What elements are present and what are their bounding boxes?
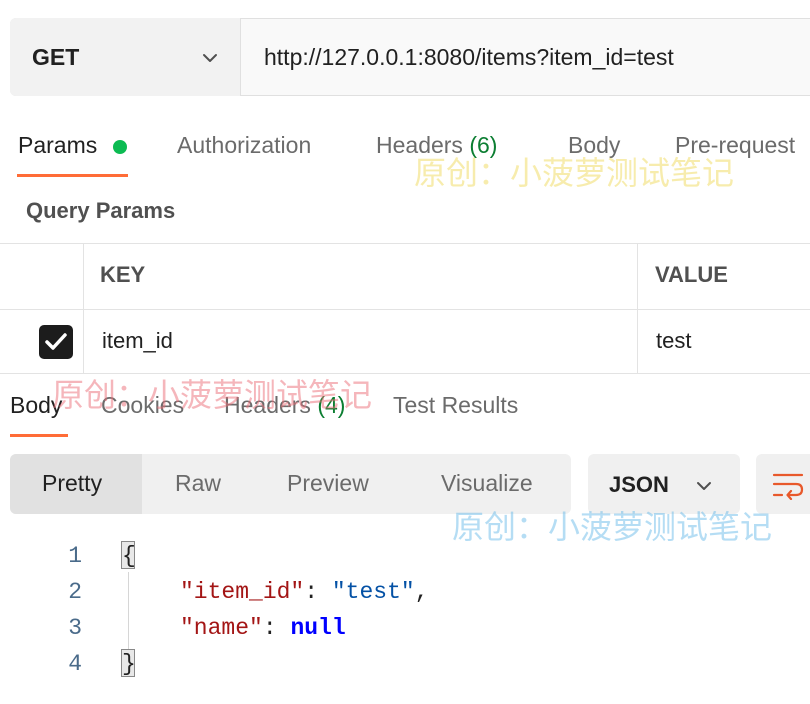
code-line-3: "name": null xyxy=(180,615,346,641)
chevron-down-icon[interactable] xyxy=(198,46,222,70)
json-colon: : xyxy=(262,615,277,641)
param-value-cell[interactable]: test xyxy=(656,328,691,354)
response-tab-test-results[interactable]: Test Results xyxy=(393,392,518,419)
format-pretty-button[interactable]: Pretty xyxy=(42,470,102,497)
table-col-divider-1 xyxy=(83,243,84,373)
format-visualize-button[interactable]: Visualize xyxy=(441,470,533,497)
param-enabled-checkbox[interactable] xyxy=(39,325,73,359)
line-number: 4 xyxy=(68,651,82,677)
code-line-2: "item_id": "test", xyxy=(180,579,429,605)
table-col-divider-2 xyxy=(637,243,638,373)
json-key: "name" xyxy=(180,615,263,641)
watermark: 原创：小菠萝测试笔记 xyxy=(452,509,773,545)
json-key: "item_id" xyxy=(180,579,305,605)
line-number: 3 xyxy=(68,615,82,641)
json-string-value: "test" xyxy=(331,579,415,605)
wrap-lines-icon xyxy=(772,473,804,500)
json-close-brace: } xyxy=(122,651,136,677)
key-column-header: KEY xyxy=(100,262,146,287)
json-comma: , xyxy=(414,579,429,605)
checkmark-icon xyxy=(45,333,67,350)
response-tab-test-results-label: Test Results xyxy=(393,392,519,418)
active-tab-indicator xyxy=(17,174,128,177)
param-key-cell[interactable]: item_id xyxy=(102,328,173,354)
json-null-value: null xyxy=(290,615,346,641)
json-colon: : xyxy=(304,579,319,605)
tab-params[interactable]: Params xyxy=(18,132,97,159)
method-label: GET xyxy=(32,44,80,70)
tab-authorization-label: Authorization xyxy=(177,132,312,158)
tab-params-label: Params xyxy=(18,132,98,158)
table-border-top xyxy=(0,243,810,244)
params-status-dot xyxy=(113,140,127,154)
active-response-tab-indicator xyxy=(10,434,68,437)
tab-authorization[interactable]: Authorization xyxy=(177,132,311,159)
value-column-header: VALUE xyxy=(655,262,728,287)
chevron-down-icon xyxy=(697,482,711,490)
indent-guide xyxy=(128,572,129,650)
url-input[interactable]: http://127.0.0.1:8080/items?item_id=test xyxy=(264,44,674,71)
line-number: 1 xyxy=(68,543,82,569)
format-preview-button[interactable]: Preview xyxy=(287,470,369,497)
table-header-divider xyxy=(0,309,810,310)
line-number: 2 xyxy=(68,579,82,605)
format-type-label: JSON xyxy=(609,472,669,497)
json-open-brace: { xyxy=(122,543,136,569)
watermark: 原创：小菠萝测试笔记 xyxy=(52,377,373,413)
watermark: 原创：小菠萝测试笔记 xyxy=(414,155,735,191)
query-params-title: Query Params xyxy=(26,198,176,223)
format-raw-button[interactable]: Raw xyxy=(175,470,221,497)
